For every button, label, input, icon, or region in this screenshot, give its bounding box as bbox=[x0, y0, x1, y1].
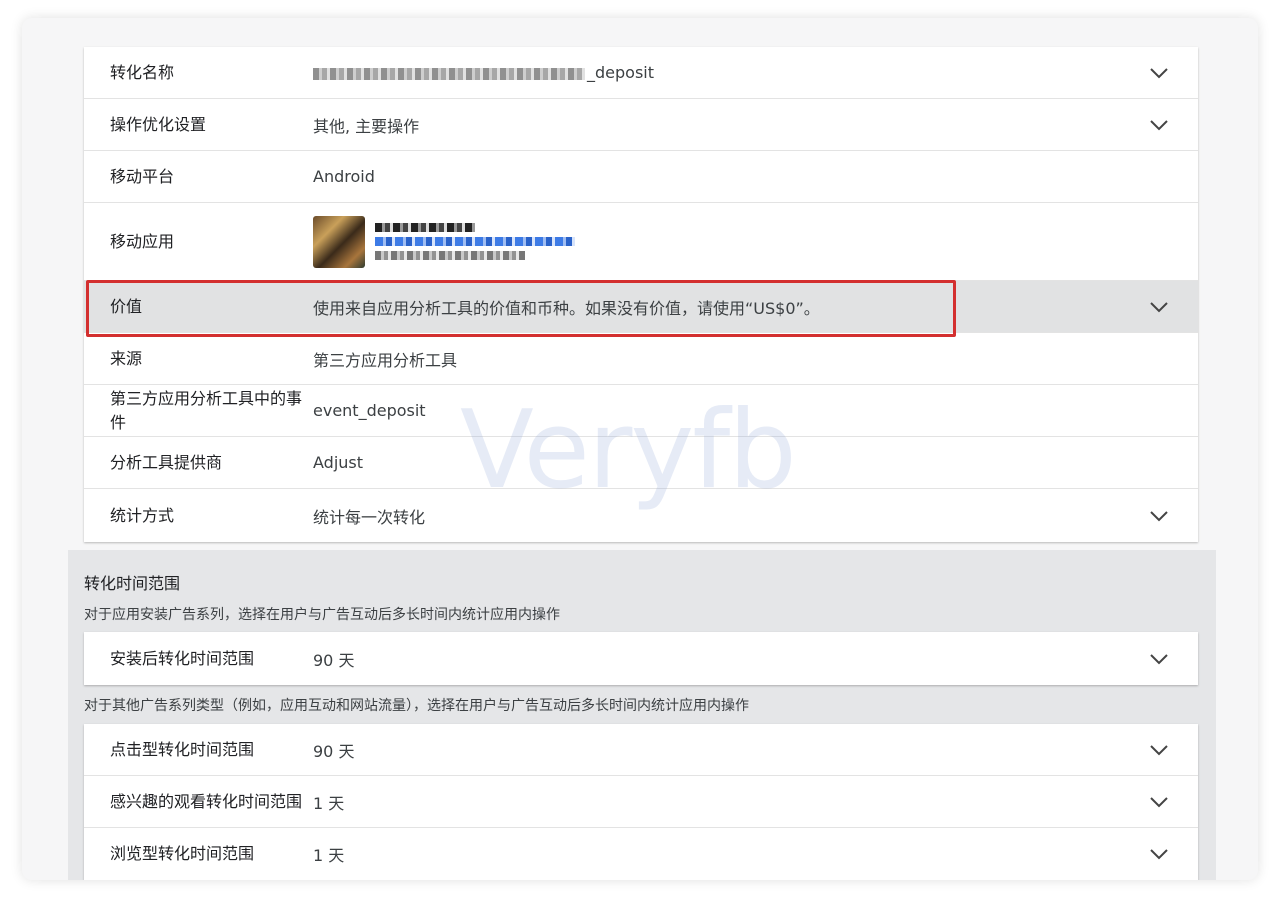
row-label: 移动应用 bbox=[110, 231, 175, 251]
row-label: 统计方式 bbox=[110, 505, 175, 525]
obscured-text bbox=[313, 67, 585, 80]
section-title: 转化时间范围 bbox=[84, 574, 181, 593]
row-value: event_deposit bbox=[313, 401, 426, 420]
app-icon bbox=[313, 215, 365, 268]
row-value: 统计每一次转化 bbox=[313, 507, 426, 527]
row-value-setting[interactable]: 价值 使用来自应用分析工具的价值和币种。如果没有价值，请使用“US$0”。 bbox=[84, 281, 1198, 333]
row-value: 90 天 bbox=[313, 741, 355, 761]
row-value: 使用来自应用分析工具的价值和币种。如果没有价值，请使用“US$0”。 bbox=[313, 298, 820, 318]
chevron-down-icon[interactable] bbox=[1150, 119, 1168, 131]
chevron-down-icon[interactable] bbox=[1150, 653, 1168, 665]
obscured-app-developer bbox=[375, 251, 525, 260]
row-label: 点击型转化时间范围 bbox=[110, 739, 255, 759]
row-label: 感兴趣的观看转化时间范围 bbox=[110, 791, 303, 811]
row-label: 移动平台 bbox=[110, 166, 175, 186]
row-label: 分析工具提供商 bbox=[110, 452, 223, 472]
row-engaged-view-window[interactable]: 感兴趣的观看转化时间范围 1 天 bbox=[84, 776, 1198, 828]
app-info-obscured bbox=[375, 223, 575, 260]
row-value: _deposit bbox=[313, 63, 1198, 82]
obscured-app-link bbox=[375, 237, 575, 246]
chevron-down-icon[interactable] bbox=[1150, 301, 1168, 313]
obscured-app-name bbox=[375, 223, 475, 232]
row-analytics-provider: 分析工具提供商 Adjust bbox=[84, 437, 1198, 489]
settings-window: 转化名称 _deposit 操作优化设置 其他, 主要操作 移动平台 Andro… bbox=[22, 18, 1258, 880]
row-label: 操作优化设置 bbox=[110, 114, 207, 134]
row-counting[interactable]: 统计方式 统计每一次转化 bbox=[84, 489, 1198, 542]
row-conversion-name[interactable]: 转化名称 _deposit bbox=[84, 47, 1198, 99]
install-window-card: 安装后转化时间范围 90 天 bbox=[84, 632, 1198, 685]
row-source: 来源 第三方应用分析工具 bbox=[84, 333, 1198, 385]
row-install-window[interactable]: 安装后转化时间范围 90 天 bbox=[84, 632, 1198, 685]
row-value bbox=[313, 215, 1198, 268]
conversion-details-card: 转化名称 _deposit 操作优化设置 其他, 主要操作 移动平台 Andro… bbox=[84, 47, 1198, 542]
chevron-down-icon[interactable] bbox=[1150, 67, 1168, 79]
row-value: Adjust bbox=[313, 453, 364, 472]
row-mobile-platform: 移动平台 Android bbox=[84, 151, 1198, 203]
conversion-name-suffix: _deposit bbox=[587, 63, 654, 82]
row-view-through-window[interactable]: 浏览型转化时间范围 1 天 bbox=[84, 828, 1198, 880]
row-label: 转化名称 bbox=[110, 62, 175, 82]
row-label: 第三方应用分析工具中的事件 bbox=[110, 388, 303, 432]
row-mobile-app: 移动应用 bbox=[84, 203, 1198, 281]
other-window-card: 点击型转化时间范围 90 天 感兴趣的观看转化时间范围 1 天 浏览型转化时间范… bbox=[84, 724, 1198, 880]
row-label: 安装后转化时间范围 bbox=[110, 648, 255, 668]
row-label: 浏览型转化时间范围 bbox=[110, 844, 255, 863]
row-value: 1 天 bbox=[313, 793, 345, 813]
row-value: 90 天 bbox=[313, 650, 355, 670]
row-click-window[interactable]: 点击型转化时间范围 90 天 bbox=[84, 724, 1198, 776]
row-label: 来源 bbox=[110, 348, 143, 368]
chevron-down-icon[interactable] bbox=[1150, 744, 1168, 756]
chevron-down-icon[interactable] bbox=[1150, 848, 1168, 860]
chevron-down-icon[interactable] bbox=[1150, 510, 1168, 522]
chevron-down-icon[interactable] bbox=[1150, 796, 1168, 808]
row-value: 第三方应用分析工具 bbox=[313, 350, 458, 370]
other-campaign-description: 对于其他广告系列类型（例如，应用互动和网站流量），选择在用户与广告互动后多长时间… bbox=[84, 698, 749, 714]
row-value: 1 天 bbox=[313, 846, 345, 865]
row-value: 其他, 主要操作 bbox=[313, 116, 420, 136]
app-install-description: 对于应用安装广告系列，选择在用户与广告互动后多长时间内统计应用内操作 bbox=[84, 607, 560, 623]
row-label: 价值 bbox=[110, 296, 143, 316]
row-action-optimization[interactable]: 操作优化设置 其他, 主要操作 bbox=[84, 99, 1198, 151]
row-value: Android bbox=[313, 167, 375, 186]
row-third-party-event: 第三方应用分析工具中的事件 event_deposit bbox=[84, 385, 1198, 437]
